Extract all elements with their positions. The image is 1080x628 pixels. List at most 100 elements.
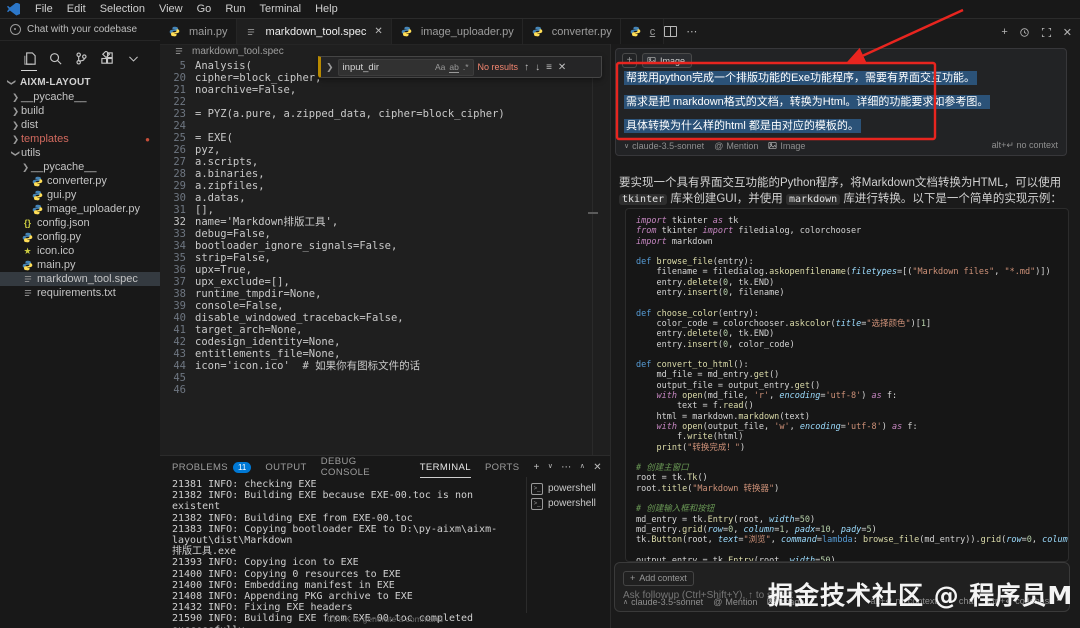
tree-item-label: utils [21,147,41,159]
tree-item-utils[interactable]: ❯ utils [0,146,160,160]
line-number: 36 [173,264,186,276]
explorer-icon[interactable] [20,49,38,71]
tab-main-py[interactable]: main.py [160,19,237,44]
terminal-instance-powershell[interactable]: >_ powershell [531,496,607,511]
find-input[interactable]: input_dir Aa ab .* [337,58,474,76]
image-attachment-chip[interactable]: Image [642,53,693,68]
regex-icon[interactable]: .* [463,62,469,73]
maximize-panel-icon[interactable]: ∧ [580,462,586,473]
panel-tab-terminal[interactable]: TERMINAL [420,456,471,478]
whole-word-icon[interactable]: ab [449,62,459,73]
code-line: def choose_color(entry): [636,308,759,319]
chevron-down-icon[interactable] [124,49,142,67]
tree-item-__pycache__[interactable]: ❯ __pycache__ [0,160,160,174]
model-selector[interactable]: ∧ claude-3.5-sonnet [623,597,703,607]
mention-button[interactable]: @ Mention [714,141,758,151]
terminal-line: 21381 INFO: checking EXE [172,479,317,490]
terminal-output[interactable]: 21381 INFO: checking EXE 21382 INFO: Buil… [172,479,520,628]
menu-edit[interactable]: Edit [60,3,93,15]
tree-item-image_uploader-py[interactable]: image_uploader.py [0,202,160,216]
source-control-icon[interactable] [72,49,90,67]
chat-with-codebase[interactable]: Chat with your codebase [0,19,160,41]
tab-converter-py[interactable]: converter.py [522,19,621,44]
assistant-code-block[interactable]: import tkinter as tk from tkinter import … [625,208,1069,562]
history-icon[interactable] [1019,27,1030,38]
expand-icon[interactable] [1041,27,1052,38]
line-number: 35 [173,252,186,264]
terminal-instance-list: >_ powershell >_ powershell [531,481,607,511]
tab-c[interactable]: c [620,19,665,44]
mention-button[interactable]: @ Mention [713,597,757,607]
tree-item-icon-ico[interactable]: ★ icon.ico [0,244,160,258]
new-terminal-icon[interactable]: + [534,462,540,473]
menu-run[interactable]: Run [218,3,252,15]
explorer-root[interactable]: ❯ AIXM-LAYOUT [0,75,160,90]
model-selector[interactable]: ∨ claude-3.5-sonnet [624,141,704,151]
user-message-text: 帮我用python完成一个排版功能的Exe功能程序，需要有界面交互功能。 需求是把… [624,71,1056,143]
tree-item-main-py[interactable]: main.py [0,258,160,272]
image-button[interactable]: Image [768,141,805,151]
panel-tab-output[interactable]: OUTPUT [265,456,306,478]
tree-item-build[interactable]: ❯ build [0,104,160,118]
panel-tab-debug-console[interactable]: DEBUG CONSOLE [321,456,406,478]
split-editor-icon[interactable] [664,26,678,37]
tree-item-templates[interactable]: ❯ templates ● [0,132,160,146]
more-actions-icon[interactable]: ⋯ [686,25,697,38]
tab-image_uploader-py[interactable]: image_uploader.py [391,19,523,44]
code-line: import tkinter as tk [636,216,739,226]
tree-item-markdown_tool-spec[interactable]: markdown_tool.spec [0,272,160,286]
user-message-card[interactable]: + Image 帮我用python完成一个排版功能的Exe功能程序，需要有界面交… [615,48,1067,156]
close-tab-icon[interactable]: ✕ [374,26,382,37]
toggle-replace-icon[interactable]: ❯ [326,62,334,73]
menu-file[interactable]: File [28,3,60,15]
add-context-chip[interactable]: + Add context [623,570,694,586]
line-number: 25 [173,132,186,144]
add-attachment-button[interactable]: + [622,53,637,68]
search-icon[interactable] [46,49,64,67]
find-in-selection-icon[interactable]: ≡ [546,62,552,73]
tree-item-config-py[interactable]: config.py [0,230,160,244]
tree-item-config-json[interactable]: {} config.json [0,216,160,230]
code-line: root = tk.Tk() [636,473,708,484]
image-chip-label: Image [660,55,686,66]
title-bar: File Edit Selection View Go Run Terminal Help [0,0,1080,19]
menu-view[interactable]: View [152,3,190,15]
panel-tab-problems[interactable]: PROBLEMS 11 [172,456,252,478]
menu-selection[interactable]: Selection [93,3,152,15]
new-chat-icon[interactable]: + [1001,26,1007,38]
find-next-icon[interactable]: ↓ [535,62,540,73]
tab-markdown_tool-spec[interactable]: markdown_tool.spec ✕ [236,19,392,44]
close-panel-icon[interactable]: ✕ [593,462,602,473]
menu-go[interactable]: Go [190,3,219,15]
user-message-line: 具体转换为什么样的html 都是由对应的模板的。 [624,119,861,133]
vscode-window: FileEditSelectionViewGoRunTerminalHelp ←… [0,0,1080,628]
editor-scrollbar[interactable] [592,58,593,455]
close-chat-icon[interactable]: ✕ [1063,26,1072,39]
terminal-dropdown-icon[interactable]: ∨ [548,462,554,473]
tree-item-label: __pycache__ [21,91,87,103]
editor-code-area[interactable]: 5 Analysis(20 cipher=block_cipher, 21 noarch… [160,58,610,457]
find-prev-icon[interactable]: ↑ [524,62,529,73]
close-find-icon[interactable]: ✕ [558,62,566,73]
tree-item-gui-py[interactable]: gui.py [0,188,160,202]
spec-file-icon [21,288,34,299]
menu-terminal[interactable]: Terminal [253,3,309,15]
tree-item-label: converter.py [47,175,107,187]
editor-line-42: 42 codesign_identity=None, [160,336,610,348]
match-case-icon[interactable]: Aa [435,62,445,73]
watermark-text: 掘金技术社区 @ 程序员M [768,581,1074,610]
panel-tab-ports[interactable]: PORTS [485,456,520,478]
tree-item-requirements-txt[interactable]: requirements.txt [0,286,160,300]
menu-help[interactable]: Help [308,3,345,15]
python-file-icon [168,26,181,37]
tree-item-converter-py[interactable]: converter.py [0,174,160,188]
extensions-icon[interactable] [98,49,116,67]
code-line: print("转换完成！") [656,442,746,453]
tab-label: markdown_tool.spec [265,25,367,38]
tree-item-dist[interactable]: ❯ dist [0,118,160,132]
terminal-instance-powershell[interactable]: >_ powershell [531,481,607,496]
scrollbar-handle[interactable] [588,212,598,214]
tree-item-__pycache__[interactable]: ❯ __pycache__ [0,90,160,104]
panel-more-icon[interactable]: ⋯ [561,462,571,473]
